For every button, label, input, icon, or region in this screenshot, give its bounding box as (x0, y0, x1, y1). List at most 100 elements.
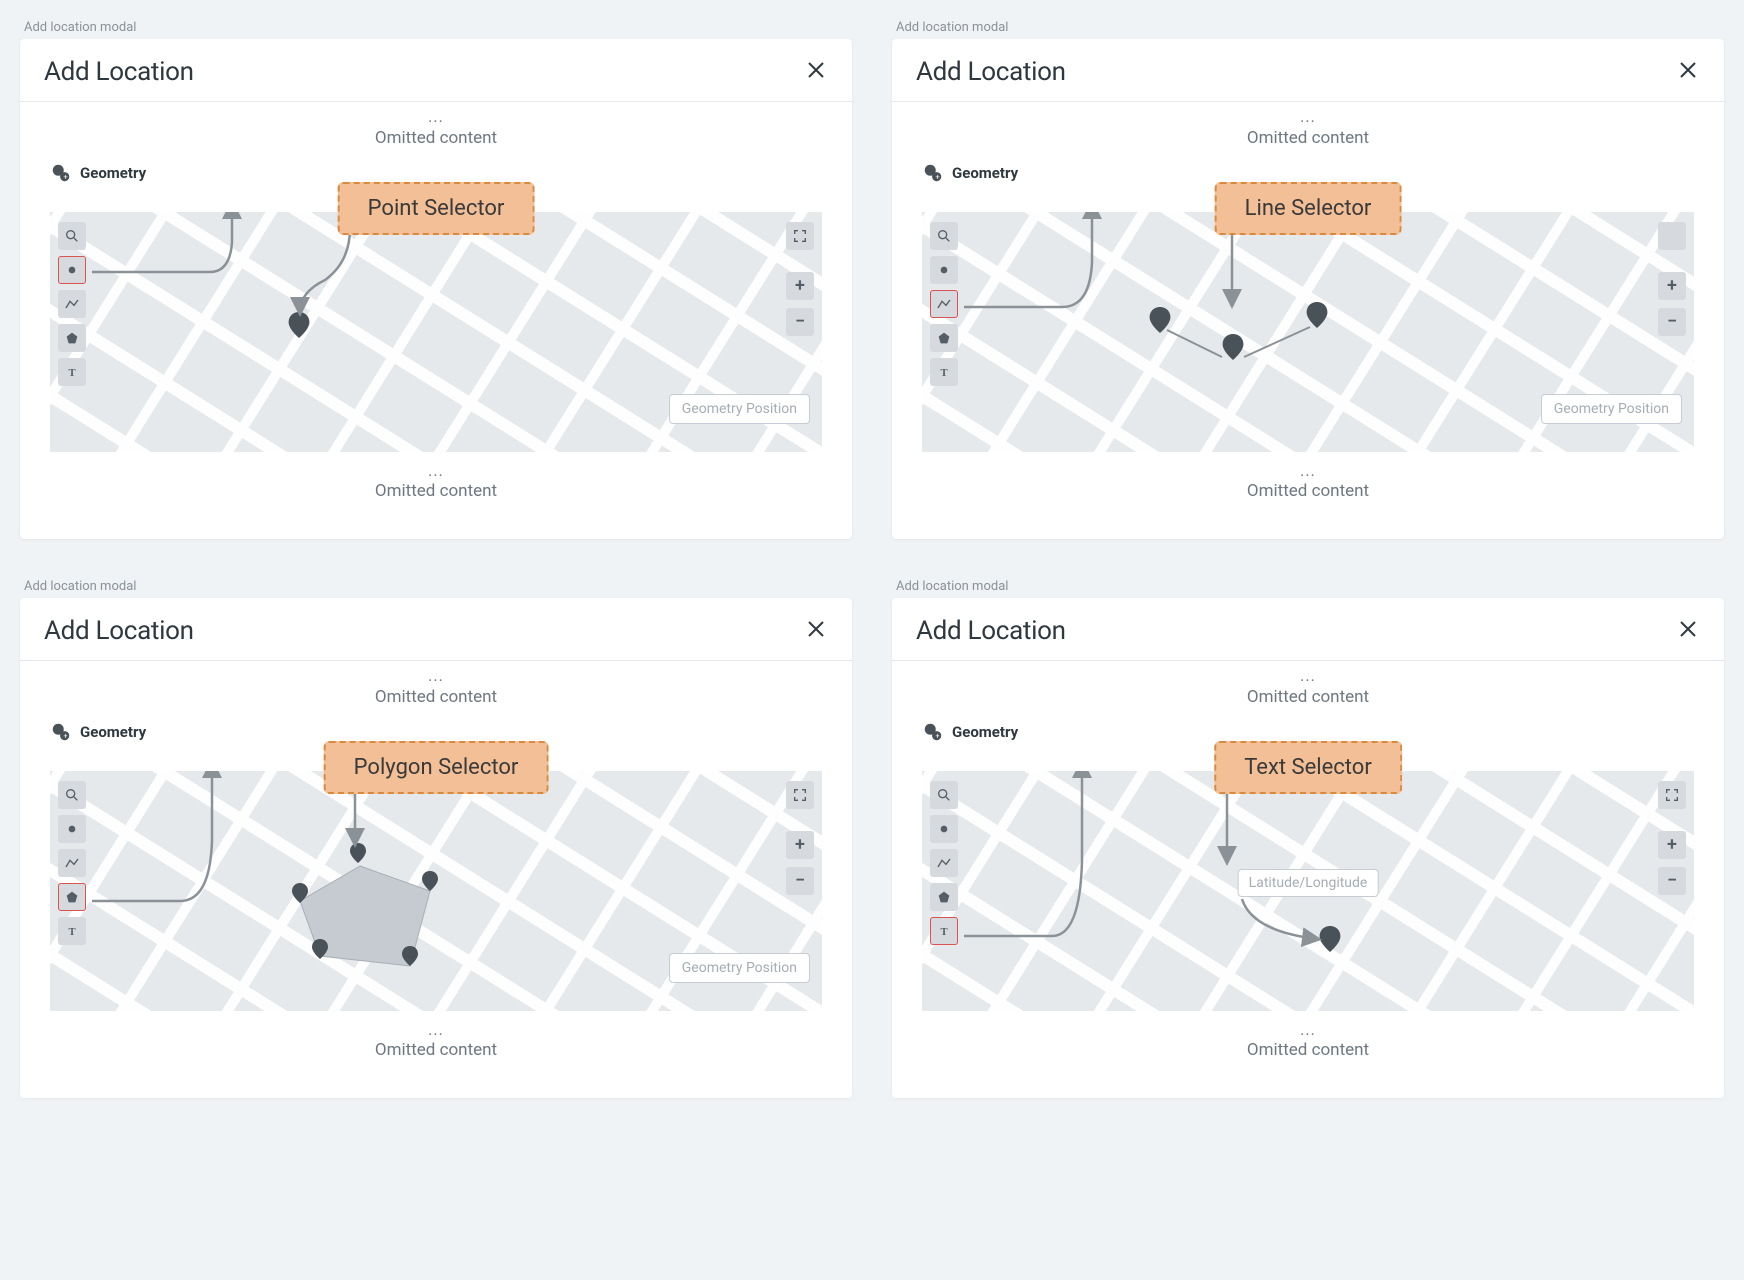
panel-caption: Add location modal (20, 20, 852, 35)
fullscreen-icon (792, 787, 808, 803)
omitted-top: Omitted content (50, 681, 822, 715)
zoom-out-button[interactable]: − (786, 308, 814, 336)
modal: Add Location ... Omitted content + Geome… (892, 39, 1724, 539)
map-canvas[interactable]: T + − (50, 212, 822, 452)
map-controls: + − (786, 222, 814, 336)
ellipsis: ... (50, 1025, 822, 1035)
annotation-arrows (50, 212, 750, 452)
svg-text:+: + (63, 172, 67, 181)
panel-caption: Add location modal (892, 579, 1724, 594)
geometry-icon: + (922, 162, 944, 184)
map-wrap: Point Selector T + − (50, 212, 822, 452)
modal-body: ... Omitted content + Geometry Polygon S… (20, 661, 852, 1098)
selector-callout: Line Selector (1215, 182, 1402, 235)
map-canvas[interactable]: T + − (50, 771, 822, 1011)
ellipsis: ... (922, 112, 1694, 122)
zoom-in-button[interactable]: + (786, 272, 814, 300)
close-button[interactable] (804, 617, 828, 646)
omitted-bottom: Omitted content (50, 475, 822, 509)
ellipsis: ... (50, 671, 822, 681)
modal-body: ... Omitted content + Geometry Line Sele… (892, 102, 1724, 539)
map-wrap: Line Selector T + − (922, 212, 1694, 452)
ellipsis: ... (922, 466, 1694, 476)
close-button[interactable] (1676, 58, 1700, 87)
modal: Add Location ... Omitted content + Geome… (892, 598, 1724, 1098)
modal-header: Add Location (892, 39, 1724, 102)
section-header: + Geometry (50, 162, 822, 184)
svg-text:+: + (935, 172, 939, 181)
map-canvas[interactable]: T + − (922, 212, 1694, 452)
modal-title: Add Location (916, 616, 1066, 646)
selector-callout: Point Selector (338, 182, 535, 235)
annotation-arrows (922, 771, 1622, 1011)
fullscreen-button[interactable] (786, 781, 814, 809)
selector-callout: Polygon Selector (324, 741, 549, 794)
fullscreen-button[interactable] (1658, 781, 1686, 809)
panel-caption: Add location modal (892, 20, 1724, 35)
panel-point: Add location modal Add Location ... Omit… (20, 20, 852, 539)
zoom-out-button[interactable]: − (786, 867, 814, 895)
svg-text:+: + (63, 731, 67, 740)
geometry-icon: + (50, 721, 72, 743)
section-label: Geometry (80, 164, 146, 182)
annotation-arrows (50, 771, 750, 1011)
panel-polygon: Add location modal Add Location ... Omit… (20, 579, 852, 1098)
fullscreen-icon (1664, 787, 1680, 803)
selector-callout: Text Selector (1214, 741, 1402, 794)
fullscreen-icon (1664, 228, 1680, 244)
modal-title: Add Location (44, 57, 194, 87)
zoom-in-button[interactable]: + (1658, 272, 1686, 300)
close-button[interactable] (804, 58, 828, 87)
modal-body: ... Omitted content + Geometry Point Sel… (20, 102, 852, 539)
map-canvas[interactable]: T + − Latitude/Longitude (922, 771, 1694, 1011)
close-icon (804, 58, 828, 82)
section-label: Geometry (952, 164, 1018, 182)
zoom-in-button[interactable]: + (1658, 831, 1686, 859)
svg-text:+: + (935, 731, 939, 740)
section-header: + Geometry (922, 721, 1694, 743)
modal-header: Add Location (892, 598, 1724, 661)
map-controls: + − (1658, 781, 1686, 895)
map-wrap: Polygon Selector T + − (50, 771, 822, 1011)
modal: Add Location ... Omitted content + Geome… (20, 39, 852, 539)
section-header: + Geometry (50, 721, 822, 743)
map-wrap: Text Selector T + − (922, 771, 1694, 1011)
omitted-bottom: Omitted content (922, 1034, 1694, 1068)
modal-header: Add Location (20, 39, 852, 102)
panel-text: Add location modal Add Location ... Omit… (892, 579, 1724, 1098)
modal-header: Add Location (20, 598, 852, 661)
section-label: Geometry (952, 723, 1018, 741)
zoom-out-button[interactable]: − (1658, 308, 1686, 336)
ellipsis: ... (50, 112, 822, 122)
fullscreen-icon (792, 228, 808, 244)
map-controls: + − (1658, 222, 1686, 336)
omitted-top: Omitted content (922, 122, 1694, 156)
annotation-arrows (922, 212, 1622, 452)
close-icon (804, 617, 828, 641)
ellipsis: ... (922, 671, 1694, 681)
section-header: + Geometry (922, 162, 1694, 184)
panel-line: Add location modal Add Location ... Omit… (892, 20, 1724, 539)
close-button[interactable] (1676, 617, 1700, 646)
modal: Add Location ... Omitted content + Geome… (20, 598, 852, 1098)
modal-title: Add Location (44, 616, 194, 646)
map-controls: + − (786, 781, 814, 895)
panel-caption: Add location modal (20, 579, 852, 594)
fullscreen-button[interactable] (1658, 222, 1686, 250)
geometry-icon: + (922, 721, 944, 743)
omitted-bottom: Omitted content (922, 475, 1694, 509)
ellipsis: ... (50, 466, 822, 476)
modal-body: ... Omitted content + Geometry Text Sele… (892, 661, 1724, 1098)
close-icon (1676, 617, 1700, 641)
fullscreen-button[interactable] (786, 222, 814, 250)
geometry-icon: + (50, 162, 72, 184)
omitted-bottom: Omitted content (50, 1034, 822, 1068)
omitted-top: Omitted content (922, 681, 1694, 715)
zoom-out-button[interactable]: − (1658, 867, 1686, 895)
modal-title: Add Location (916, 57, 1066, 87)
close-icon (1676, 58, 1700, 82)
omitted-top: Omitted content (50, 122, 822, 156)
section-label: Geometry (80, 723, 146, 741)
ellipsis: ... (922, 1025, 1694, 1035)
zoom-in-button[interactable]: + (786, 831, 814, 859)
